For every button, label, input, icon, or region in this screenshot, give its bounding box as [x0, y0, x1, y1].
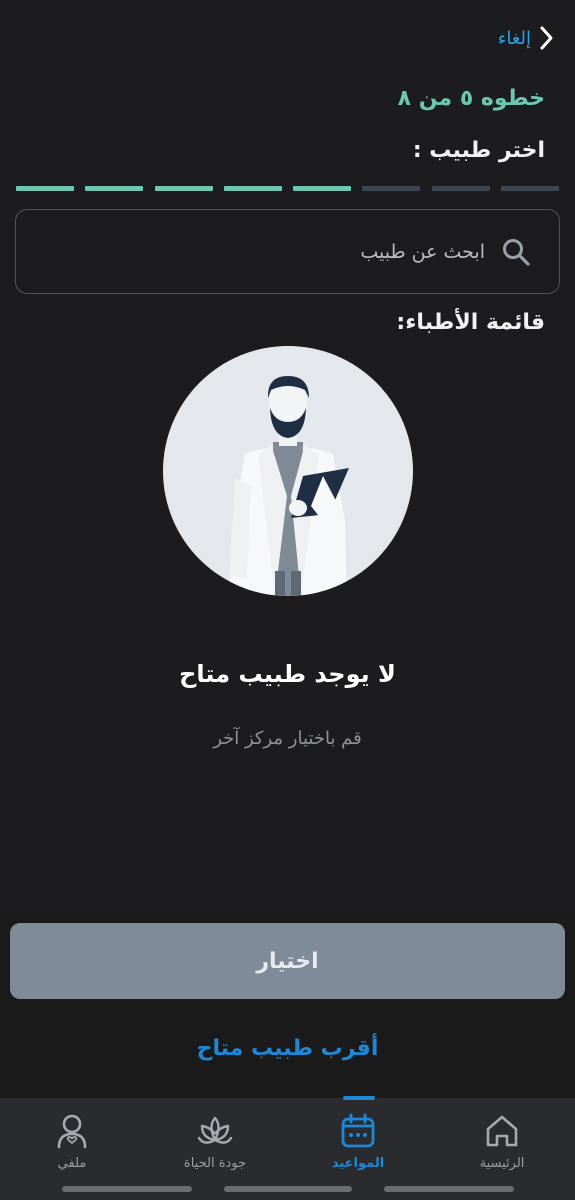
search-box[interactable] [15, 209, 560, 294]
progress-segment [362, 186, 421, 191]
select-button[interactable]: اختيار [10, 923, 565, 999]
nearest-doctor-link[interactable]: أقرب طبيب متاح [0, 1036, 575, 1061]
top-bar: إلغاء [20, 20, 555, 56]
tab-home[interactable]: الرئيسية [442, 1112, 562, 1182]
tab-profile[interactable]: ملفي [12, 1112, 132, 1182]
cancel-button[interactable]: إلغاء [498, 25, 555, 51]
cancel-label: إلغاء [497, 27, 531, 49]
doctor-avatar-illustration [163, 346, 413, 596]
active-tab-indicator [343, 1096, 375, 1100]
empty-state-title: لا يوجد طبيب متاح [179, 660, 396, 688]
progress-segment [431, 186, 490, 191]
gesture-bar [224, 1186, 352, 1192]
empty-state-subtitle: قم باختيار مركز آخر [213, 728, 362, 749]
lotus-icon [197, 1116, 233, 1144]
tab-home-label: الرئيسية [479, 1156, 525, 1171]
progress-segment [154, 186, 213, 191]
step-indicator-text: خطوه ٥ من ٨ [397, 86, 545, 111]
search-input[interactable] [105, 240, 485, 263]
tab-appointments[interactable]: المواعيد [298, 1112, 418, 1182]
tab-profile-label: ملفي [57, 1156, 87, 1171]
search-icon [503, 238, 530, 266]
progress-segment [223, 186, 282, 191]
progress-segment [85, 186, 144, 191]
profile-icon [57, 1114, 87, 1149]
tab-quality-of-life-label: جودة الحياة [183, 1156, 247, 1171]
progress-segment [293, 186, 352, 191]
chevron-back-icon [540, 26, 553, 50]
home-icon [486, 1115, 518, 1147]
page-title: اختر طبيب : [412, 138, 545, 163]
progress-segment [16, 186, 75, 191]
calendar-icon [341, 1113, 375, 1148]
doctors-list-title: قائمة الأطباء: [396, 310, 545, 335]
tab-appointments-label: المواعيد [331, 1156, 385, 1171]
gesture-bar [62, 1186, 192, 1192]
choose-doctor-screen: إلغاء خطوه ٥ من ٨ اختر طبيب : قائمة الأط… [0, 0, 575, 1200]
progress-segment [501, 186, 559, 191]
gesture-bar [384, 1186, 514, 1192]
step-progress-bar [16, 186, 559, 192]
tab-quality-of-life[interactable]: جودة الحياة [155, 1112, 275, 1182]
